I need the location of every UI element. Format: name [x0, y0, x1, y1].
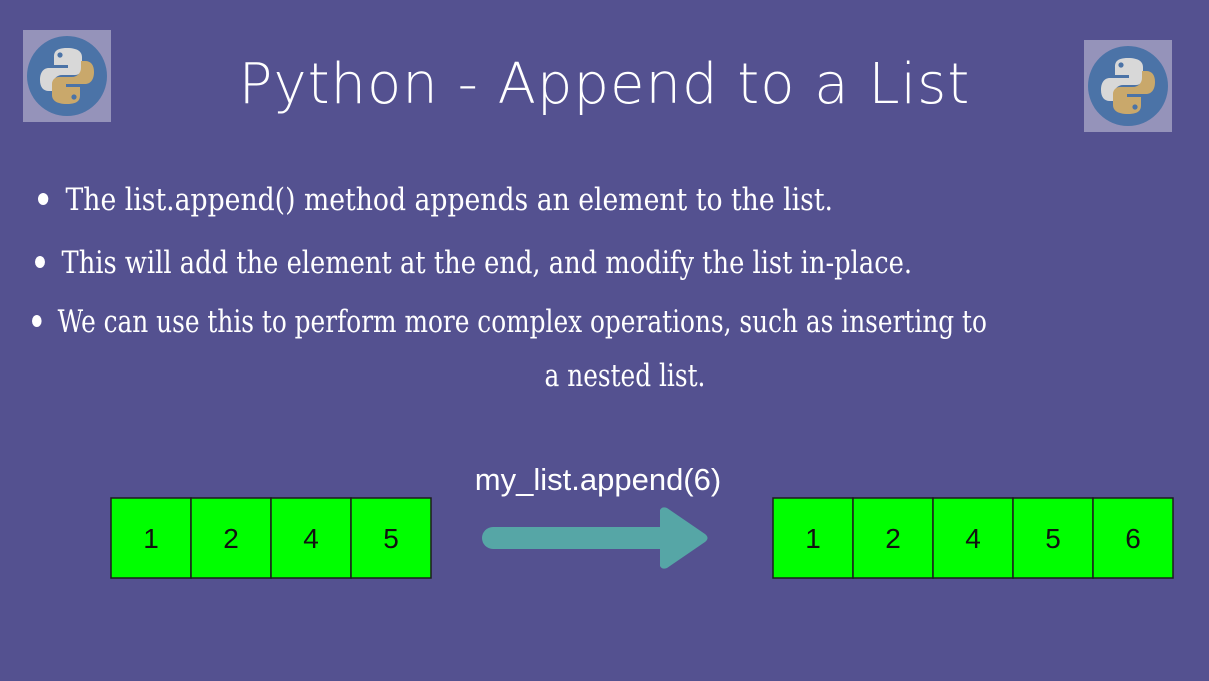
- list-cell-value: 4: [303, 523, 319, 554]
- list-cell: 1: [772, 497, 854, 579]
- list-cell: 6: [1092, 497, 1174, 579]
- list-cell: 4: [270, 497, 352, 579]
- before-list: 1 2 4 5: [110, 497, 432, 579]
- page-title: Python - Append to a List: [238, 52, 971, 117]
- list-cell-value: 2: [885, 523, 901, 554]
- list-cell-value: 5: [1045, 523, 1061, 554]
- bullet-item: We can use this to perform more complex …: [32, 296, 987, 348]
- list-cell-value: 6: [1125, 523, 1141, 554]
- list-cell: 5: [350, 497, 432, 579]
- bullet-text: The list.append() method appends an elem…: [65, 182, 834, 218]
- bullet-continuation: a nested list.: [544, 358, 706, 394]
- list-cell: 5: [1012, 497, 1094, 579]
- bullet-dot-icon: [32, 314, 42, 327]
- after-list: 1 2 4 5 6: [772, 497, 1174, 579]
- bullet-item: This will add the element at the end, an…: [35, 237, 912, 289]
- list-cell: 2: [852, 497, 934, 579]
- bullet-dot-icon: [35, 255, 45, 268]
- bullet-text: This will add the element at the end, an…: [61, 245, 913, 281]
- bullet-item: The list.append() method appends an elem…: [38, 174, 833, 226]
- bullet-text: We can use this to perform more complex …: [57, 304, 987, 340]
- bullet-dot-icon: [38, 192, 49, 205]
- append-diagram-svg: my_list.append(6) 1 2 4 5 1 2 4 5 6: [110, 462, 1174, 579]
- operation-label: my_list.append(6): [475, 462, 721, 497]
- list-cell-value: 4: [965, 523, 981, 554]
- slide: Python - Append to a List The list.appen…: [0, 0, 1209, 681]
- list-cell-value: 5: [383, 523, 399, 554]
- right-arrow-icon: [482, 507, 708, 569]
- list-cell: 4: [932, 497, 1014, 579]
- list-cell: 1: [110, 497, 192, 579]
- list-cell-value: 1: [143, 523, 159, 554]
- list-cell: 2: [190, 497, 272, 579]
- append-diagram: my_list.append(6) 1 2 4 5 1 2 4 5 6: [0, 450, 1209, 590]
- list-cell-value: 2: [223, 523, 239, 554]
- list-cell-value: 1: [805, 523, 821, 554]
